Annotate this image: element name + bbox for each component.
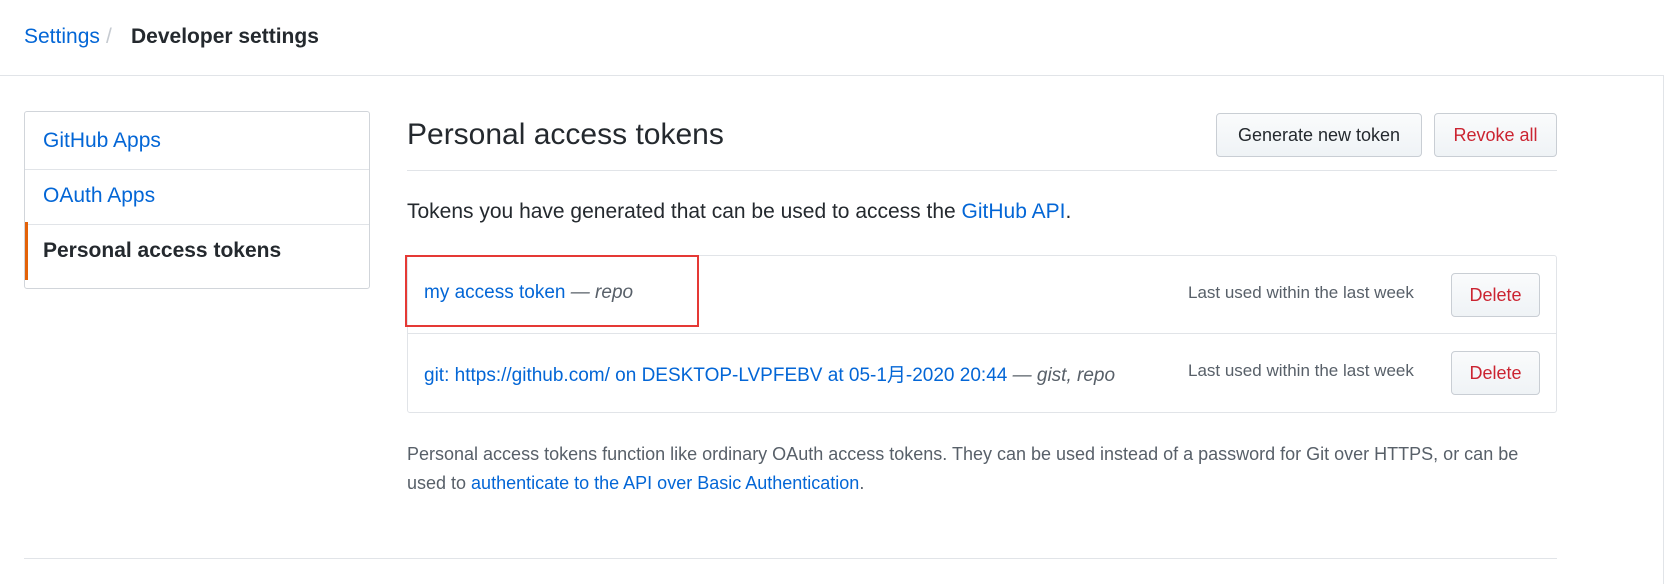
breadcrumb-settings-link[interactable]: Settings bbox=[24, 25, 100, 49]
top-header: Settings / Developer settings bbox=[0, 0, 1664, 76]
token-list: my access token — repo Last used within … bbox=[407, 255, 1557, 413]
tokens-intro: Tokens you have generated that can be us… bbox=[407, 200, 1071, 224]
sidebar-item-personal-access-tokens[interactable]: Personal access tokens bbox=[25, 222, 369, 280]
breadcrumb-separator: / bbox=[106, 25, 112, 48]
basic-auth-link[interactable]: authenticate to the API over Basic Authe… bbox=[471, 473, 859, 493]
developer-settings-sidebar: GitHub Apps OAuth Apps Personal access t… bbox=[24, 111, 370, 289]
sidebar-item-github-apps[interactable]: GitHub Apps bbox=[25, 112, 369, 170]
delete-token-button[interactable]: Delete bbox=[1451, 273, 1540, 317]
token-row: git: https://github.com/ on DESKTOP-LVPF… bbox=[408, 334, 1556, 412]
github-api-link[interactable]: GitHub API bbox=[962, 200, 1066, 223]
sidebar-item-oauth-apps[interactable]: OAuth Apps bbox=[25, 167, 369, 225]
revoke-all-button[interactable]: Revoke all bbox=[1434, 113, 1557, 157]
intro-text: Tokens you have generated that can be us… bbox=[407, 200, 962, 223]
title-divider bbox=[407, 170, 1557, 171]
bottom-divider bbox=[24, 558, 1557, 559]
footnote-period: . bbox=[859, 473, 865, 493]
token-scopes: — gist, repo bbox=[1007, 365, 1116, 386]
token-row: my access token — repo Last used within … bbox=[408, 256, 1556, 334]
token-description: my access token — repo bbox=[424, 282, 633, 304]
page-title: Personal access tokens bbox=[407, 118, 724, 151]
token-description: git: https://github.com/ on DESKTOP-LVPF… bbox=[424, 360, 1115, 387]
intro-period: . bbox=[1065, 200, 1072, 223]
token-name-link[interactable]: my access token bbox=[424, 282, 566, 303]
token-name-link[interactable]: git: https://github.com/ on DESKTOP-LVPF… bbox=[424, 365, 1007, 386]
token-last-used: Last used within the last week bbox=[1188, 361, 1414, 380]
delete-token-button[interactable]: Delete bbox=[1451, 351, 1540, 395]
tokens-footnote: Personal access tokens function like ord… bbox=[407, 440, 1557, 498]
generate-new-token-button[interactable]: Generate new token bbox=[1216, 113, 1422, 157]
token-scopes: — repo bbox=[565, 282, 634, 303]
token-last-used: Last used within the last week bbox=[1188, 283, 1414, 302]
breadcrumb-current: Developer settings bbox=[131, 25, 319, 48]
